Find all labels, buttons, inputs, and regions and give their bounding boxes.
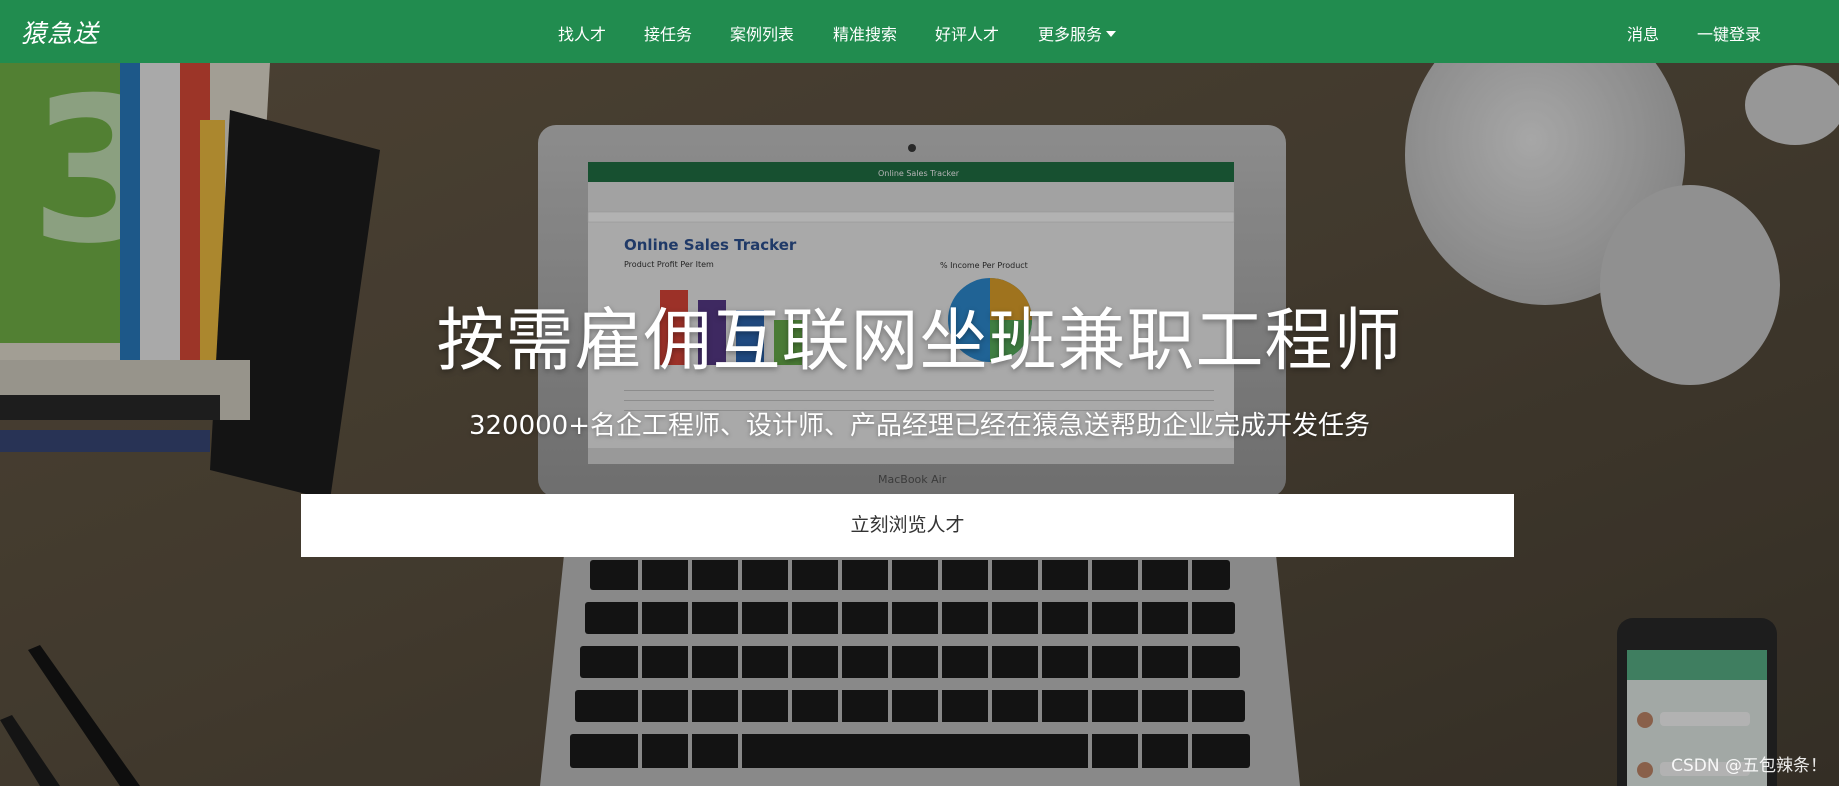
nav-find-talent[interactable]: 找人才 (558, 21, 606, 45)
nav-take-task[interactable]: 接任务 (644, 21, 692, 45)
top-navbar: 猿急送 找人才 接任务 案例列表 精准搜索 好评人才 更多服务 消息 一键登录 (0, 0, 1839, 63)
hero-subtitle: 320000+名企工程师、设计师、产品经理已经在猿急送帮助企业完成开发任务 (468, 411, 1371, 441)
hero-title: 按需雇佣互联网坐班兼职工程师 (436, 302, 1403, 381)
hero-section: 3 Online Sales Tracker Online Sales Trac… (0, 63, 1839, 786)
nav-messages[interactable]: 消息 (1627, 21, 1659, 45)
nav-more-services-label: 更多服务 (1038, 25, 1103, 44)
nav-top-rated-talent[interactable]: 好评人才 (935, 21, 999, 45)
nav-more-services[interactable]: 更多服务 (1038, 21, 1117, 45)
main-nav: 找人才 接任务 案例列表 精准搜索 好评人才 更多服务 消息 一键登录 (0, 0, 1839, 63)
csdn-watermark: CSDN @五包辣条！ (1671, 756, 1827, 776)
nav-precise-search[interactable]: 精准搜索 (833, 21, 897, 45)
nav-quick-login[interactable]: 一键登录 (1697, 21, 1761, 45)
nav-case-list[interactable]: 案例列表 (730, 21, 794, 45)
caret-down-icon (1106, 31, 1117, 37)
browse-talent-button[interactable]: 立刻浏览人才 (301, 494, 1514, 557)
